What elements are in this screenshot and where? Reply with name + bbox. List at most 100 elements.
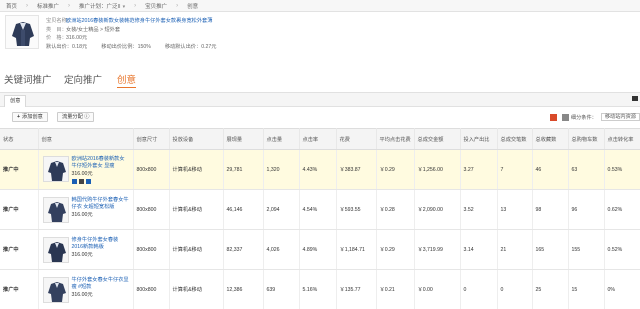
tab-creative[interactable]: 创意 xyxy=(117,72,137,88)
segment-select[interactable]: 移动站内资源 xyxy=(600,113,640,121)
status-cell: 推广中 xyxy=(0,149,39,190)
creative-panel: 创意 + 添加创意 流量分配 ⓘ 细分条件： 移动站内资源 状态 创意 创意尺寸… xyxy=(0,92,640,309)
flow-allocation-label: 流量分配 xyxy=(62,114,83,120)
ctr-cell: 4.89% xyxy=(299,229,337,270)
table-row[interactable]: 推广中 牛仔外套女春女牛仔衣显瘦 #短款 316.00元 800x800 计算机… xyxy=(0,269,640,309)
subtab-bar: 创意 xyxy=(0,93,640,107)
header-gmv[interactable]: 总成交金额 xyxy=(414,128,461,150)
size-cell: 800x800 xyxy=(133,149,170,190)
creative-cell: 韩国代购牛仔外套春女牛仔衣 女超短宽松版 316.00元 xyxy=(38,189,134,230)
cvr-cell: 0.62% xyxy=(604,189,640,230)
preview-icon[interactable] xyxy=(85,178,91,184)
favorites-cell: 165 xyxy=(532,229,569,270)
product-info: 宝贝名称： 欧洲站2016春装新款女装韩范修身牛仔外套女款裹身宽松外套薄 类 目… xyxy=(46,17,216,51)
cost-cell: ￥1,184.71 xyxy=(336,229,377,270)
creative-cell: 修身牛仔外套女春装2016新款韩版 316.00元 xyxy=(38,229,134,270)
mobile-bid-value: 0.27元 xyxy=(201,43,217,50)
header-cpc[interactable]: 平均点击花费 xyxy=(376,128,415,150)
product-price: 316.00元 xyxy=(66,35,88,42)
device-cell: 计算机&移动 xyxy=(169,149,224,190)
creative-thumbnail[interactable] xyxy=(42,236,69,263)
device-cell: 计算机&移动 xyxy=(169,269,224,309)
tab-targeting[interactable]: 定向推广 xyxy=(64,72,102,86)
default-bid-value: 0.18元 xyxy=(71,43,88,50)
gmv-cell: ￥1,256.00 xyxy=(414,149,461,190)
header-creative[interactable]: 创意 xyxy=(38,128,134,150)
ctr-cell: 4.54% xyxy=(299,189,337,230)
menu-icon[interactable] xyxy=(632,96,638,101)
delete-icon[interactable] xyxy=(78,178,84,184)
header-cvr[interactable]: 点击转化率 xyxy=(604,128,640,150)
creative-title[interactable]: 修身牛仔外套女春装2016新款韩版 xyxy=(72,237,130,251)
clicks-cell: 639 xyxy=(263,269,300,309)
header-orders[interactable]: 总成交笔数 xyxy=(497,128,533,150)
header-ctr[interactable]: 点击率 xyxy=(299,128,337,150)
status-cell: 推广中 xyxy=(0,229,39,270)
size-cell: 800x800 xyxy=(133,229,170,270)
orders-cell: 0 xyxy=(497,269,533,309)
creative-price: 316.00元 xyxy=(71,170,93,177)
creative-thumbnail[interactable] xyxy=(42,276,69,303)
cpc-cell: ￥0.21 xyxy=(376,269,415,309)
header-carts[interactable]: 总购物车数 xyxy=(568,128,605,150)
creative-title[interactable]: 韩国代购牛仔外套春女牛仔衣 女超短宽松版 xyxy=(72,197,130,211)
cpc-cell: ￥0.29 xyxy=(376,229,415,270)
carts-cell: 155 xyxy=(568,229,605,270)
breadcrumb-current: 创意 xyxy=(187,3,199,10)
clicks-cell: 2,094 xyxy=(263,189,300,230)
roi-cell: 3.52 xyxy=(460,189,498,230)
table-header: 状态 创意 创意尺寸 投放设备 展现量 点击量 点击率 花费 平均点击花费 总成… xyxy=(0,128,640,150)
creative-cell: 牛仔外套女春女牛仔衣显瘦 #短款 316.00元 xyxy=(38,269,134,309)
creative-table: 状态 创意 创意尺寸 投放设备 展现量 点击量 点击率 花费 平均点击花费 总成… xyxy=(0,128,640,309)
roi-cell: 3.27 xyxy=(460,149,498,190)
header-clicks[interactable]: 点击量 xyxy=(263,128,300,150)
header-size[interactable]: 创意尺寸 xyxy=(133,128,170,150)
table-row[interactable]: 推广中 韩国代购牛仔外套春女牛仔衣 女超短宽松版 316.00元 800x800… xyxy=(0,189,640,230)
impressions-cell: 82,337 xyxy=(223,229,264,270)
table-row[interactable]: 推广中 欧洲站2016春装新款女牛仔短外套女 显瘦 316.00元 800x80… xyxy=(0,149,640,190)
favorites-cell: 46 xyxy=(532,149,569,190)
roi-cell: 0 xyxy=(460,269,498,309)
header-device[interactable]: 投放设备 xyxy=(169,128,224,150)
product-price-label: 价 格： xyxy=(46,35,67,42)
header-impressions[interactable]: 展现量 xyxy=(223,128,264,150)
product-title-link[interactable]: 欧洲站2016春装新款女装韩范修身牛仔外套女款裹身宽松外套薄 xyxy=(66,17,212,26)
header-cost[interactable]: 花费 xyxy=(336,128,377,150)
header-status[interactable]: 状态 xyxy=(0,128,39,150)
help-icon: ⓘ xyxy=(84,114,90,120)
breadcrumb-home[interactable]: 首页 xyxy=(4,2,26,10)
edit-icon[interactable] xyxy=(71,178,77,184)
ctr-cell: 5.16% xyxy=(299,269,337,309)
mobile-bid-label: 移动默认出价： xyxy=(164,43,202,50)
gmv-cell: ￥0.00 xyxy=(414,269,461,309)
favorites-cell: 98 xyxy=(532,189,569,230)
clicks-cell: 1,320 xyxy=(263,149,300,190)
subtab-creative[interactable]: 创意 xyxy=(4,95,27,107)
breadcrumb-plan[interactable]: 推广计划：广泛II xyxy=(70,2,134,10)
creative-thumbnail[interactable] xyxy=(42,155,69,182)
gmv-cell: ￥2,090.00 xyxy=(414,189,461,230)
creative-price: 316.00元 xyxy=(71,211,93,218)
carts-cell: 63 xyxy=(568,149,605,190)
tab-keyword[interactable]: 关键词推广 xyxy=(4,72,52,86)
cost-cell: ￥593.55 xyxy=(336,189,377,230)
flow-allocation-button[interactable]: 流量分配 ⓘ xyxy=(57,112,95,122)
product-category-label: 类 目： xyxy=(46,26,67,33)
breadcrumb-item-promo[interactable]: 宝贝推广 xyxy=(136,2,176,10)
impressions-cell: 12,386 xyxy=(223,269,264,309)
add-creative-button[interactable]: + 添加创意 xyxy=(12,112,48,122)
report-icon[interactable] xyxy=(549,113,557,121)
creative-thumbnail[interactable] xyxy=(42,196,69,223)
status-cell: 推广中 xyxy=(0,189,39,230)
creative-title[interactable]: 牛仔外套女春女牛仔衣显瘦 #短款 xyxy=(72,277,130,291)
table-row[interactable]: 推广中 修身牛仔外套女春装2016新款韩版 316.00元 800x800 计算… xyxy=(0,229,640,270)
creative-price: 316.00元 xyxy=(71,291,93,298)
creative-title[interactable]: 欧洲站2016春装新款女牛仔短外套女 显瘦 xyxy=(72,156,130,170)
clicks-cell: 4,026 xyxy=(263,229,300,270)
filter-icon[interactable] xyxy=(561,113,569,121)
breadcrumb-standard[interactable]: 标准推广 xyxy=(28,2,68,10)
report-filter-label: 细分条件： xyxy=(570,114,597,121)
header-favorites[interactable]: 总收藏数 xyxy=(532,128,569,150)
creative-price: 316.00元 xyxy=(71,251,93,258)
header-roi[interactable]: 投入产出比 xyxy=(460,128,498,150)
